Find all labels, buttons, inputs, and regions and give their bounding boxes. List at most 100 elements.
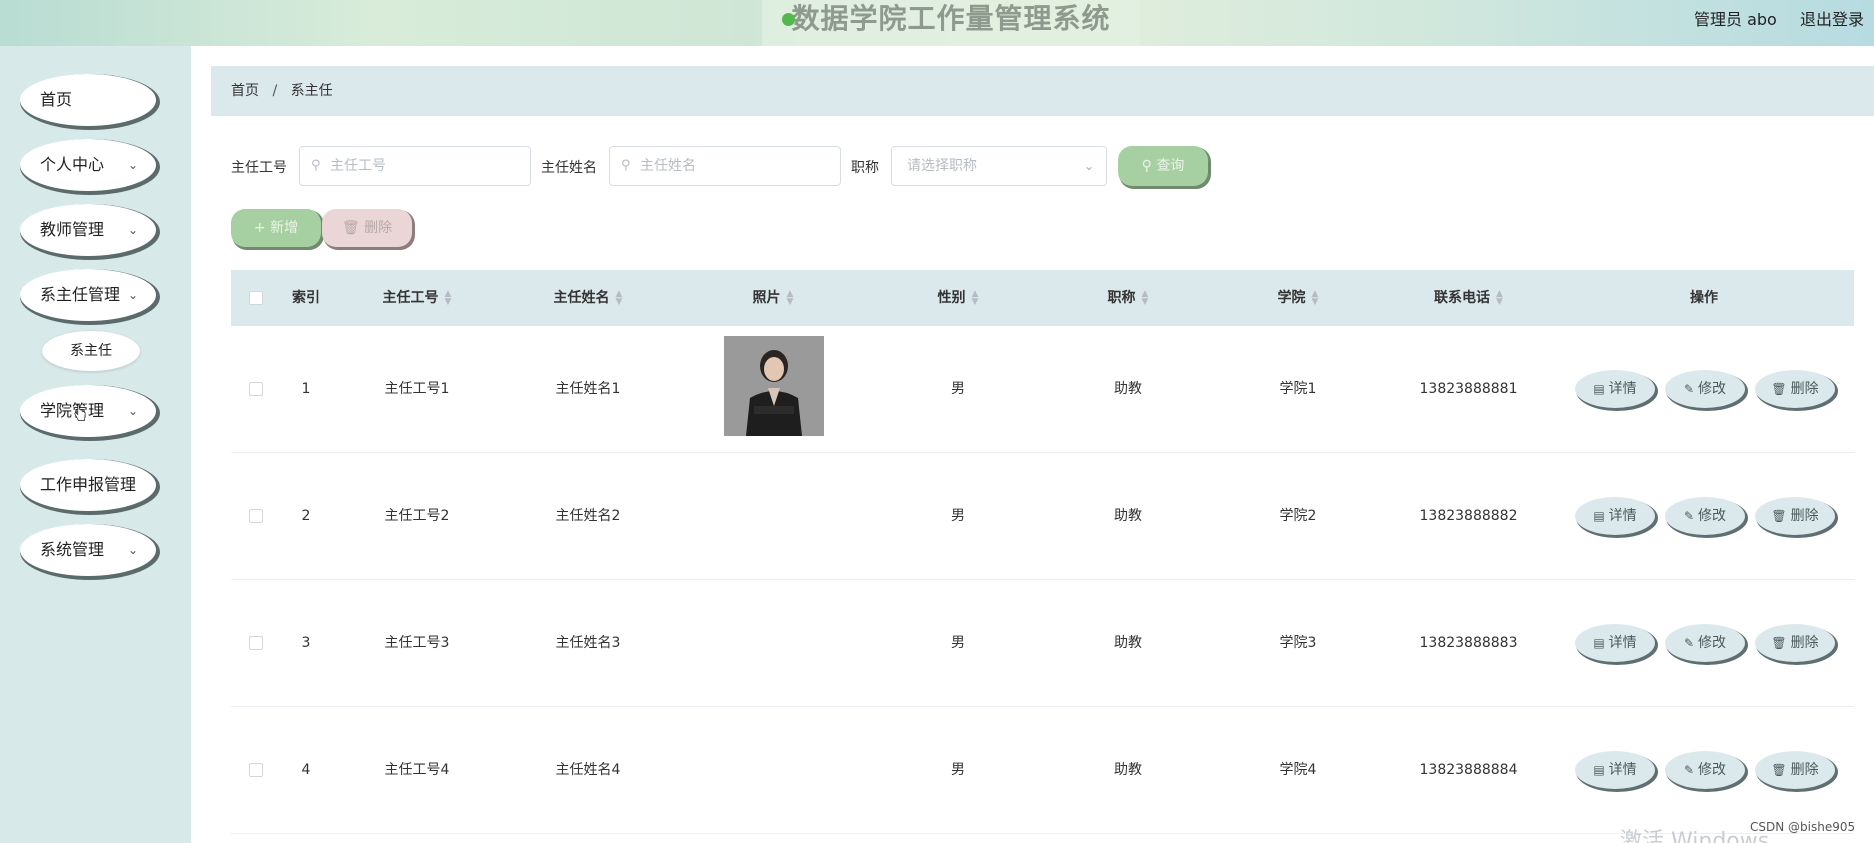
- column-header-gender[interactable]: 性别 ▲ ▼: [873, 270, 1043, 326]
- row-checkbox[interactable]: [249, 509, 263, 523]
- query-button-label: 查询: [1156, 158, 1185, 174]
- delete-button[interactable]: 🗑 删除: [1755, 751, 1835, 789]
- batch-delete-button[interactable]: 🗑 删除: [322, 209, 412, 247]
- row-checkbox[interactable]: [249, 636, 263, 650]
- cell-phone: 13823888884: [1419, 762, 1518, 778]
- cell-gender: 男: [951, 508, 965, 524]
- document-icon: ▤: [1593, 509, 1605, 523]
- column-header-college[interactable]: 学院 ▲ ▼: [1213, 270, 1383, 326]
- column-header-index: 索引: [292, 290, 320, 306]
- sidebar-item-system-management[interactable]: 系统管理 ⌄: [20, 524, 156, 576]
- edit-button[interactable]: ✎ 修改: [1665, 624, 1745, 662]
- cell-college: 学院3: [1279, 635, 1317, 651]
- plus-icon: +: [253, 220, 266, 236]
- title-select[interactable]: 请选择职称 ⌄: [891, 146, 1107, 186]
- detail-button[interactable]: ▤ 详情: [1575, 624, 1655, 662]
- table-row: 4 主任工号4 主任姓名4 男 助教 学院4 13823888884 ▤ 详情 ✎…: [231, 707, 1854, 834]
- current-user: 管理员 abo: [1694, 10, 1777, 29]
- cell-college: 学院1: [1279, 381, 1317, 397]
- detail-button[interactable]: ▤ 详情: [1575, 751, 1655, 789]
- cell-director-id: 主任工号4: [384, 762, 450, 778]
- cell-director-id: 主任工号1: [384, 381, 450, 397]
- sidebar-item-label: 个人中心: [40, 155, 105, 174]
- sidebar-item-teacher-management[interactable]: 教师管理 ⌄: [20, 204, 156, 256]
- cell-director-name: 主任姓名2: [555, 508, 621, 524]
- column-header-actions: 操作: [1690, 290, 1718, 306]
- edit-button[interactable]: ✎ 修改: [1665, 370, 1745, 408]
- app-title: 数据学院工作量管理系统: [791, 2, 1111, 35]
- table-row: 3 主任工号3 主任姓名3 男 助教 学院3 13823888883 ▤ 详情 ✎…: [231, 580, 1854, 707]
- chevron-down-icon: ⌄: [127, 404, 138, 418]
- sidebar-item-work-report-management[interactable]: 工作申报管理: [20, 459, 156, 511]
- sidebar-item-label: 系统管理: [40, 540, 105, 559]
- cell-college: 学院4: [1279, 762, 1317, 778]
- sort-icon[interactable]: ▲ ▼: [1142, 290, 1149, 307]
- sort-icon[interactable]: ▲ ▼: [1312, 290, 1319, 307]
- row-checkbox[interactable]: [249, 382, 263, 396]
- chevron-down-icon: ⌄: [127, 223, 138, 237]
- cell-phone: 13823888881: [1419, 381, 1518, 397]
- pencil-icon: ✎: [1683, 763, 1695, 777]
- edit-button[interactable]: ✎ 修改: [1665, 751, 1745, 789]
- sidebar-item-home[interactable]: 首页: [20, 74, 156, 126]
- table-row: 2 主任工号2 主任姓名2 男 助教 学院2 13823888882 ▤ 详情 ✎…: [231, 453, 1854, 580]
- delete-button[interactable]: 🗑 删除: [1755, 370, 1835, 408]
- add-button[interactable]: + 新增: [231, 209, 321, 247]
- director-name-input[interactable]: ⚲ 主任姓名: [609, 146, 841, 186]
- column-header-director-name[interactable]: 主任姓名 ▲ ▼: [503, 270, 673, 326]
- column-header-phone[interactable]: 联系电话 ▲ ▼: [1383, 270, 1554, 326]
- top-header: 数据学院工作量管理系统 管理员 abo 退出登录: [0, 0, 1874, 46]
- select-all-checkbox[interactable]: [249, 291, 263, 305]
- breadcrumb-home[interactable]: 首页: [231, 83, 259, 99]
- trash-icon: 🗑: [341, 220, 360, 236]
- delete-button[interactable]: 🗑 删除: [1755, 497, 1835, 535]
- sidebar-item-personal-center[interactable]: 个人中心 ⌄: [20, 139, 156, 191]
- delete-button[interactable]: 🗑 删除: [1755, 624, 1835, 662]
- column-header-title[interactable]: 职称 ▲ ▼: [1043, 270, 1213, 326]
- director-photo[interactable]: [724, 336, 824, 436]
- cell-title: 助教: [1114, 381, 1142, 397]
- sidebar-item-label: 首页: [40, 90, 73, 109]
- search-icon: ⚲: [621, 158, 631, 173]
- director-id-input[interactable]: ⚲ 主任工号: [299, 146, 531, 186]
- edit-button[interactable]: ✎ 修改: [1665, 497, 1745, 535]
- sort-icon[interactable]: ▲ ▼: [445, 290, 452, 307]
- sidebar-subitem-label: 系主任: [70, 343, 112, 359]
- breadcrumb-current: 系主任: [290, 83, 333, 99]
- cell-title: 助教: [1114, 762, 1142, 778]
- sort-icon[interactable]: ▲ ▼: [787, 290, 794, 307]
- cell-college: 学院2: [1279, 508, 1317, 524]
- sidebar-item-label: 系主任管理: [40, 285, 121, 304]
- column-header-director-id[interactable]: 主任工号 ▲ ▼: [331, 270, 503, 326]
- sidebar-item-label: 教师管理: [40, 220, 105, 239]
- column-header-photo[interactable]: 照片 ▲ ▼: [673, 270, 873, 326]
- director-id-label: 主任工号: [231, 160, 287, 176]
- row-checkbox[interactable]: [249, 763, 263, 777]
- trash-icon: 🗑: [1771, 763, 1787, 777]
- director-name-label: 主任姓名: [541, 160, 597, 176]
- sidebar-item-college-management[interactable]: 学院管理 ⌄: [20, 385, 156, 437]
- detail-button[interactable]: ▤ 详情: [1575, 497, 1655, 535]
- pencil-icon: ✎: [1683, 636, 1695, 650]
- query-button[interactable]: ⚲ 查询: [1118, 146, 1208, 186]
- sidebar-item-director-management[interactable]: 系主任管理 ⌄: [20, 269, 156, 321]
- cell-index: 4: [301, 762, 311, 778]
- sort-icon[interactable]: ▲ ▼: [616, 290, 623, 307]
- logout-link[interactable]: 退出登录: [1800, 6, 1864, 30]
- sidebar-item-label: 学院管理: [40, 401, 105, 420]
- cell-title: 助教: [1114, 635, 1142, 651]
- sort-icon[interactable]: ▲ ▼: [972, 290, 979, 307]
- csdn-watermark: CSDN @bishe905: [1750, 820, 1856, 834]
- cell-gender: 男: [951, 762, 965, 778]
- sidebar-item-label: 工作申报管理: [40, 475, 137, 494]
- cell-gender: 男: [951, 635, 965, 651]
- sort-icon[interactable]: ▲ ▼: [1496, 290, 1503, 307]
- breadcrumb: 首页 / 系主任: [211, 66, 1874, 116]
- title-banner: 数据学院工作量管理系统: [762, 0, 1140, 46]
- detail-button[interactable]: ▤ 详情: [1575, 370, 1655, 408]
- breadcrumb-separator: /: [272, 83, 278, 99]
- sidebar-subitem-director[interactable]: 系主任: [42, 331, 140, 371]
- person-photo-icon: [724, 336, 824, 436]
- trash-icon: 🗑: [1771, 382, 1787, 396]
- cell-director-id: 主任工号2: [384, 508, 450, 524]
